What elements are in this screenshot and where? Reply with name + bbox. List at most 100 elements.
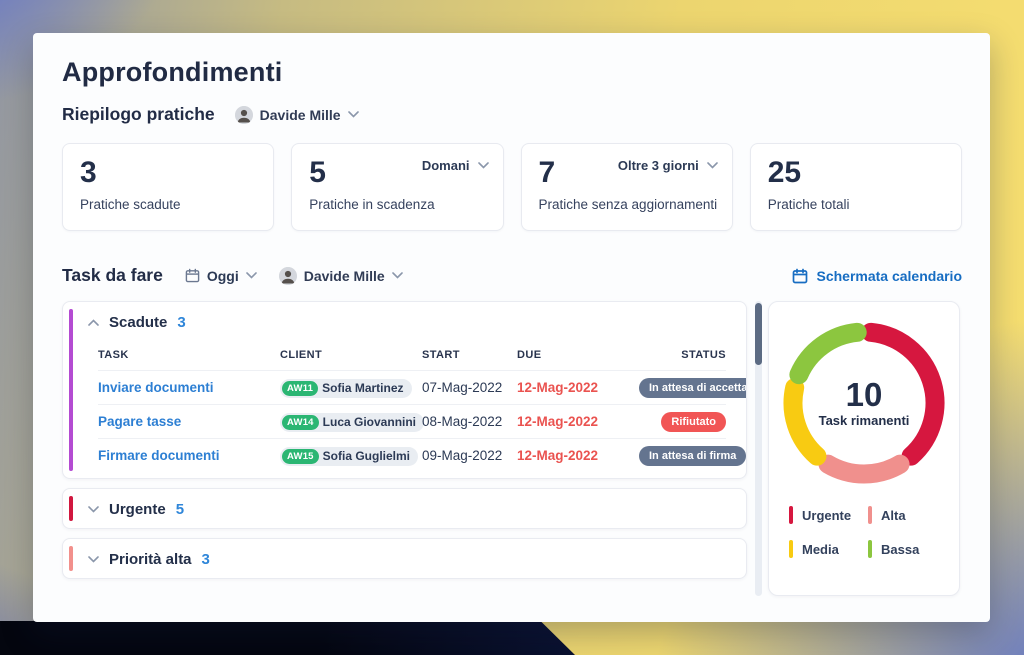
tasks-remaining-label: Task rimanenti [818,413,910,428]
column-header-due: DUE [517,349,542,361]
status-cell: In attesa di firma [639,445,746,466]
tasks-remaining-value: 10 [845,376,883,413]
section-accent-bar [69,309,73,471]
tasks-table: TASK CLIENT START DUE STATUS Inviare doc… [63,341,746,478]
stat-card-in-scadenza: 5 Pratiche in scadenza Domani [291,143,504,231]
status-badge: In attesa di firma [639,445,746,466]
tasks-date-filter-value: Oggi [206,267,239,284]
legend-item-alta: Alta [868,506,939,524]
background-wedge [0,621,575,655]
legend-item-bassa: Bassa [868,540,939,558]
calendar-icon [185,268,200,283]
section-priorita-alta-header[interactable]: Priorità alta 3 [63,539,746,578]
column-header-start: START [422,349,460,361]
chevron-down-icon [477,162,489,169]
chevron-down-icon [245,272,257,279]
start-date: 08-Mag-2022 [422,414,503,429]
client-name: Sofia Guglielmi [322,449,411,463]
tasks-date-filter[interactable]: Oggi [185,268,257,284]
donut-chart: 10 Task rimanenti [783,322,945,484]
status-badge: In attesa di accettazione [639,377,746,398]
vertical-scrollbar[interactable] [755,301,762,596]
status-cell: Rifiutato [639,411,726,432]
stat-cards: 3 Pratiche scadute 5 Pratiche in scadenz… [62,143,962,231]
chevron-down-icon [706,162,718,169]
task-link[interactable]: Firmare documenti [98,448,280,463]
legend-item-media: Media [789,540,860,558]
user-avatar [234,105,253,124]
stat-card-totali: 25 Pratiche totali [749,143,962,231]
table-row: Firmare documenti AW15 Sofia Guglielmi 0… [98,438,746,472]
column-header-status: STATUS [681,349,726,361]
section-count: 3 [177,314,186,331]
start-date: 09-Mag-2022 [422,448,503,463]
section-accent-bar [69,546,73,571]
stat-value: 3 [80,156,97,189]
client-name: Luca Giovannini [322,415,417,429]
scrollbar-thumb[interactable] [755,303,762,365]
legend-label: Alta [881,507,906,523]
donut-legend: Urgente Alta Media Bassa [789,506,939,558]
column-header-client: CLIENT [280,349,323,361]
summary-title: Riepilogo pratiche [62,104,215,124]
client-cell: AW15 Sofia Guglielmi [280,446,422,466]
task-sections: Scadute 3 TASK CLIENT START DUE STATUS I… [62,301,747,588]
summary-user-filter[interactable]: Davide Mille [234,105,359,124]
section-priorita-alta: Priorità alta 3 [62,538,747,579]
section-urgente-header[interactable]: Urgente 5 [63,489,746,528]
client-badge: AW14 Luca Giovannini [280,412,425,432]
calendar-view-link[interactable]: Schermata calendario [792,268,962,284]
tasks-title: Task da fare [62,265,163,285]
table-row: Pagare tasse AW14 Luca Giovannini 08-Mag… [98,404,726,438]
table-header-row: TASK CLIENT START DUE STATUS [98,343,726,370]
chevron-down-icon [88,556,99,563]
stat-label: Pratiche scadute [80,197,181,212]
start-date: 07-Mag-2022 [422,380,503,395]
section-title: Priorità alta [109,551,192,568]
stat-card-senza-aggiornamenti: 7 Pratiche senza aggiornamenti Oltre 3 g… [520,143,733,231]
stat-filter-dropdown[interactable]: Oltre 3 giorni [618,158,718,173]
task-link[interactable]: Pagare tasse [98,414,280,429]
tasks-user-filter[interactable]: Davide Mille [278,266,403,285]
status-badge: Rifiutato [661,411,726,432]
stat-label: Pratiche in scadenza [309,197,435,212]
client-cell: AW11 Sofia Martinez [280,378,422,398]
section-count: 5 [175,501,185,518]
tasks-header: Task da fare Oggi Davide Mille Schermata… [62,265,962,286]
chevron-down-icon [347,111,359,118]
stat-filter-dropdown[interactable]: Domani [422,158,489,173]
page-title: Approfondimenti [62,57,283,87]
stat-label: Pratiche senza aggiornamenti [538,197,718,212]
stat-card-scadute: 3 Pratiche scadute [62,143,275,231]
legend-marker [868,506,872,524]
dashboard-panel: Approfondimenti Riepilogo pratiche David… [33,33,990,622]
table-row: Inviare documenti AW11 Sofia Martinez 07… [98,370,746,404]
due-date: 12-Mag-2022 [517,380,599,395]
tasks-user-filter-value: Davide Mille [303,267,385,284]
chevron-down-icon [88,506,99,513]
tasks-donut-card: 10 Task rimanenti Urgente Alta Media Bassa [768,301,960,596]
client-code-badge: AW11 [282,380,319,396]
stat-value: 25 [767,156,802,189]
summary-header: Riepilogo pratiche Davide Mille [62,104,962,125]
stat-filter-value: Domani [421,158,470,173]
stat-label: Pratiche totali [767,197,850,212]
client-code-badge: AW15 [282,448,319,464]
due-date: 12-Mag-2022 [517,448,599,463]
section-title: Urgente [109,501,166,518]
client-name: Sofia Martinez [322,381,404,395]
calendar-view-link-label: Schermata calendario [816,267,962,284]
tasks-main: Scadute 3 TASK CLIENT START DUE STATUS I… [62,301,962,596]
section-count: 3 [201,551,210,568]
user-avatar [278,266,297,285]
client-badge: AW11 Sofia Martinez [280,378,412,398]
section-scadute-header[interactable]: Scadute 3 [63,302,746,341]
legend-item-urgente: Urgente [789,506,860,524]
legend-marker [868,540,872,558]
summary-user-name: Davide Mille [259,106,341,123]
task-link[interactable]: Inviare documenti [98,380,280,395]
status-cell: In attesa di accettazione [639,377,746,398]
client-code-badge: AW14 [282,414,319,430]
legend-marker [789,506,793,524]
column-header-task: TASK [98,349,129,361]
